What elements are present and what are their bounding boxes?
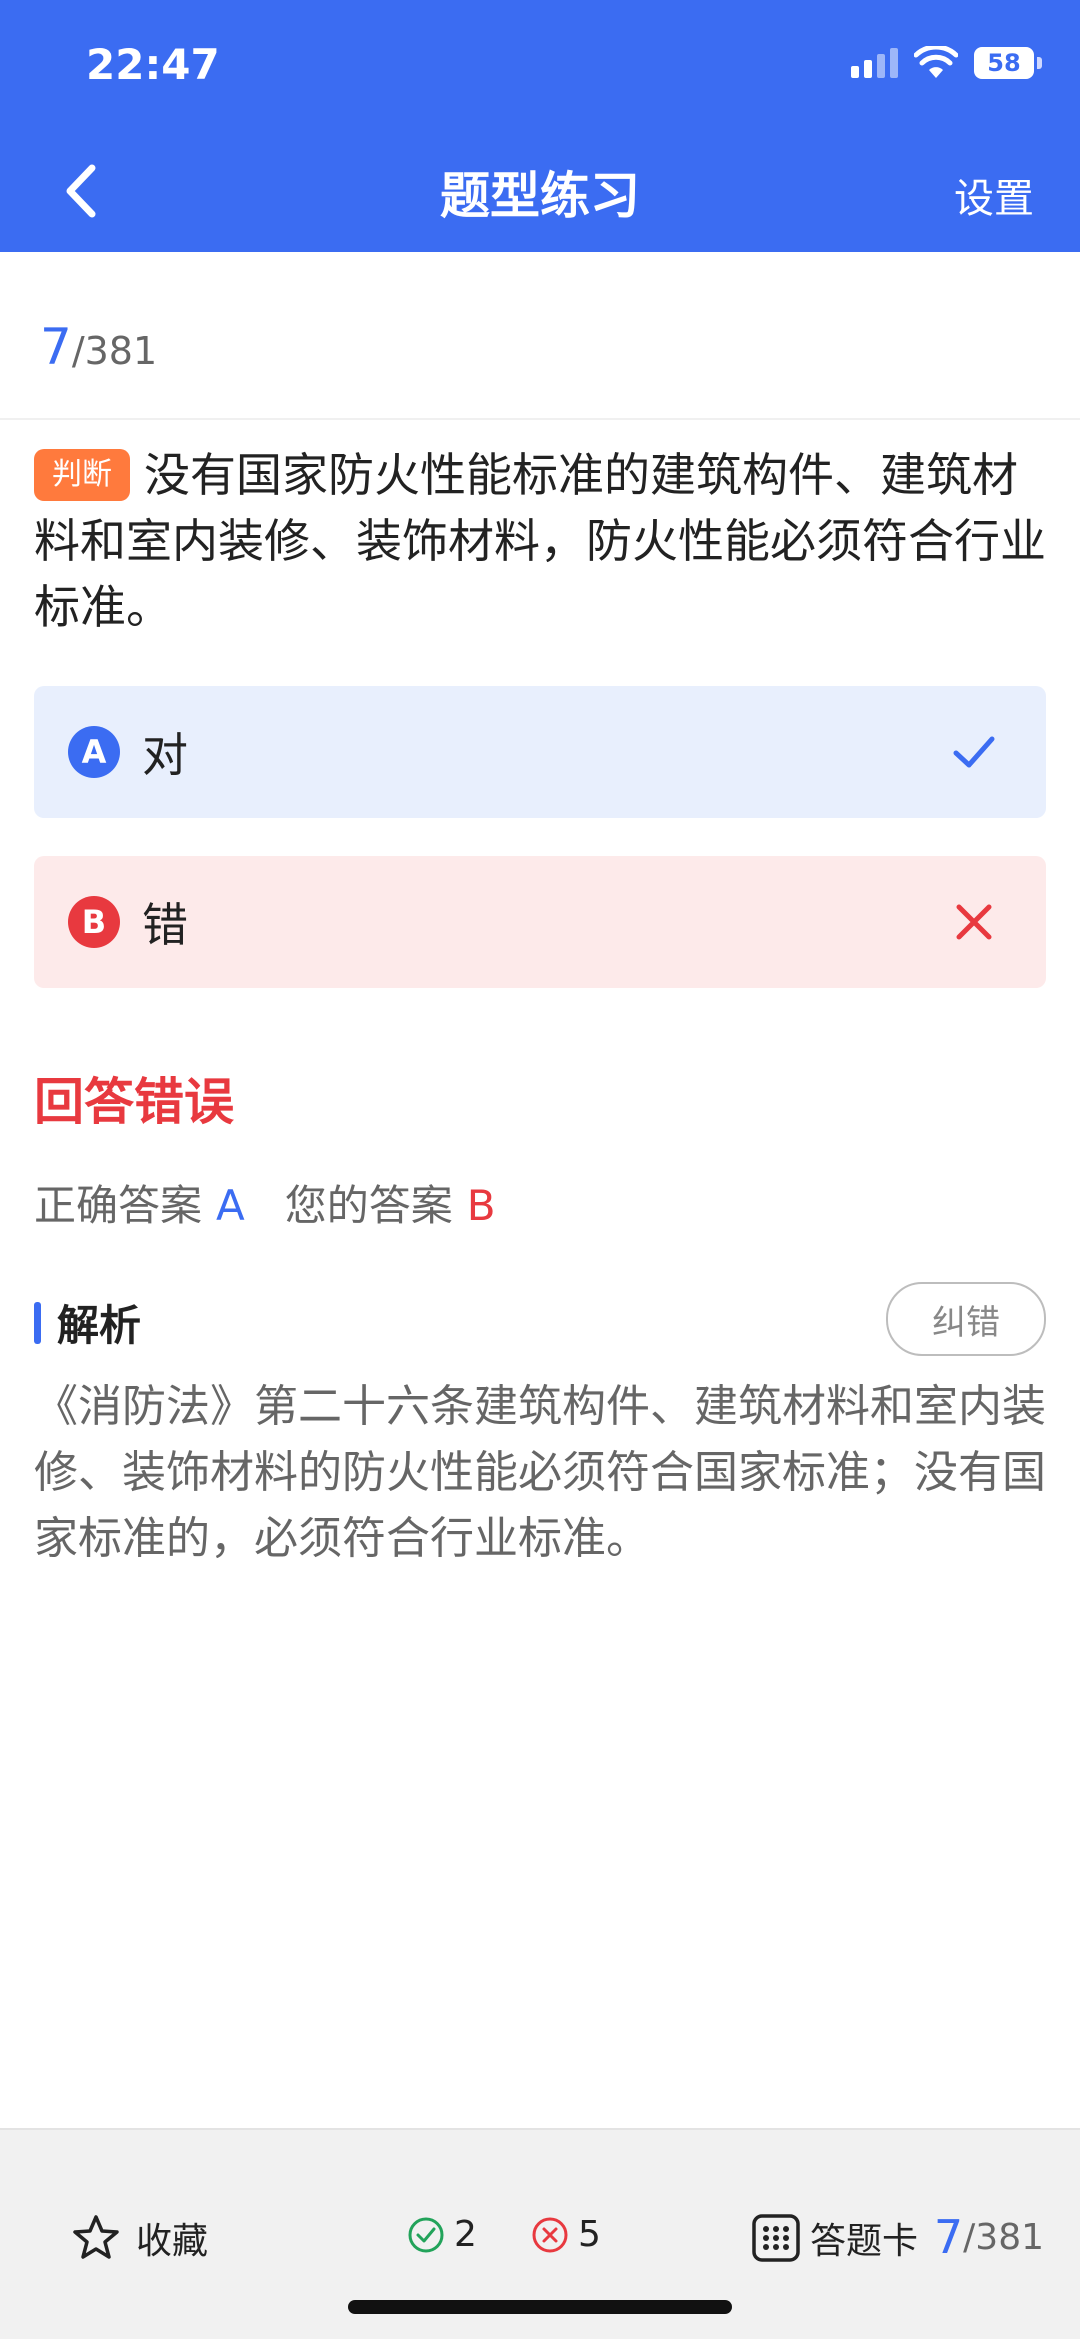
correct-count: 2 [406,2214,477,2255]
favorite-label: 收藏 [136,2221,209,2262]
progress-total: /381 [71,329,158,373]
favorite-button[interactable]: 收藏 [70,2212,208,2264]
correct-answer-label: 正确答案 [34,1181,203,1230]
battery-icon: 58 [974,47,1042,79]
option-letter: B [68,896,120,948]
option-text: 错 [142,898,188,952]
signal-icon [851,48,898,78]
cross-icon [956,904,992,940]
answer-card-button[interactable]: 答题卡 [750,2212,918,2264]
status-icons: 58 [851,46,1042,80]
analysis-title: 解析 [57,1301,142,1350]
grid-icon [752,2214,800,2262]
wrong-count-value: 5 [578,2214,601,2255]
your-answer-value: B [466,1181,496,1230]
bottom-progress-total: /381 [963,2216,1044,2258]
bottom-progress-current: 7 [933,2210,964,2264]
answer-summary: 正确答案 A 您的答案 B [34,1172,496,1233]
answer-card-label: 答题卡 [810,2221,919,2262]
question-progress: 7/381 [40,318,157,376]
bottom-progress: 7/381 [934,2210,1044,2264]
correct-count-value: 2 [454,2214,477,2255]
report-error-button[interactable]: 纠错 [886,1282,1046,1356]
option-letter: A [68,726,120,778]
option-a[interactable]: A 对 [34,686,1046,818]
wifi-icon [914,46,958,78]
header: 22:47 58 题型练习 设置 [0,0,1080,252]
check-circle-icon [408,2217,444,2252]
divider [0,418,1080,420]
home-indicator [348,2300,732,2314]
analysis-header: 解析 [34,1292,141,1353]
result-title: 回答错误 [34,1073,234,1131]
option-b[interactable]: B 错 [34,856,1046,988]
option-text: 对 [142,728,188,782]
check-icon [953,736,995,768]
star-icon [73,2215,119,2259]
question-type-tag: 判断 [34,448,130,501]
correct-answer-value: A [216,1181,245,1230]
status-time: 22:47 [86,40,220,89]
analysis-text: 《消防法》第二十六条建筑构件、建筑材料和室内装修、装饰材料的防火性能必须符合国家… [34,1381,1046,1564]
progress-current: 7 [40,318,72,376]
page-title: 题型练习 [440,167,640,225]
your-answer-label: 您的答案 [284,1181,453,1230]
question-text: 没有国家防火性能标准的建筑构件、建筑材料和室内装修、装饰材料，防火性能必须符合行… [34,448,1046,634]
wrong-count: 5 [530,2214,601,2255]
section-bar [34,1301,41,1344]
cross-circle-icon [532,2217,568,2252]
settings-button[interactable]: 设置 [954,166,1034,224]
question: 判断 没有国家防火性能标准的建筑构件、建筑材料和室内装修、装饰材料，防火性能必须符… [34,442,1046,640]
